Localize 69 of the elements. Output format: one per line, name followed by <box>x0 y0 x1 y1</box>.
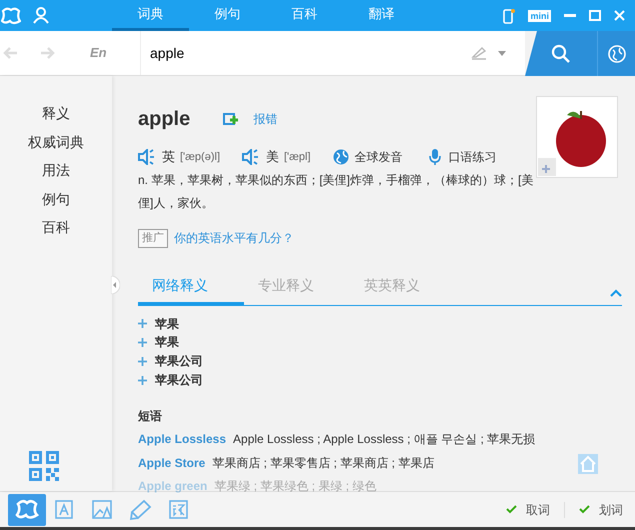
phonetic-text: ['æpl] <box>284 150 311 165</box>
mini-mode-button[interactable]: mini <box>528 10 551 22</box>
close-icon[interactable] <box>614 10 625 21</box>
search-icon <box>551 44 571 64</box>
checkmark-icon <box>506 505 517 514</box>
section-heading: 短语 <box>138 408 163 425</box>
logo-icon[interactable] <box>1 6 21 24</box>
globe-button[interactable] <box>597 31 635 76</box>
logo-icon <box>15 498 39 522</box>
phone-icon[interactable] <box>503 8 516 24</box>
add-image-icon[interactable] <box>538 158 556 176</box>
top-tab[interactable]: 翻译 <box>343 0 420 31</box>
globe-icon <box>608 44 626 62</box>
phrase-meaning: 苹果商店 ; 苹果零售店 ; 苹果商店 ; 苹果店 <box>212 454 434 472</box>
microphone-icon[interactable] <box>426 149 444 165</box>
pronunciation-link[interactable]: 全球发音 <box>354 148 403 166</box>
expand-plus-icon[interactable] <box>138 356 147 366</box>
promo-tag: 推广 <box>138 229 168 248</box>
accent-label: 英 <box>162 148 175 166</box>
meaning-text: 苹果公司 <box>155 353 203 370</box>
sidebar-item[interactable]: 释义 <box>0 99 112 128</box>
collapse-caret-icon[interactable] <box>610 288 622 296</box>
meaning-tab[interactable]: 英英释义 <box>350 274 456 304</box>
translate-icon <box>167 498 191 522</box>
toggle-button[interactable]: 取词 <box>500 500 556 520</box>
phrase-link[interactable]: Apple Lossless <box>138 430 226 448</box>
promo-link[interactable]: 你的英语水平有几分？ <box>174 229 294 248</box>
meaning-text: 苹果 <box>155 334 179 352</box>
language-selector[interactable]: En <box>90 43 140 63</box>
toggle-button[interactable]: 划词 <box>573 500 629 520</box>
meaning-tab[interactable]: 专业释义 <box>244 274 350 304</box>
meaning-text: 苹果公司 <box>155 372 203 389</box>
report-error-link[interactable]: 报错 <box>253 110 278 128</box>
qr-code-icon[interactable] <box>29 451 59 481</box>
pen-icon <box>129 498 153 522</box>
expand-plus-icon[interactable] <box>138 338 147 348</box>
speaker-icon[interactable] <box>138 149 155 165</box>
globe-icon[interactable] <box>332 149 350 165</box>
dropdown-caret-icon[interactable] <box>498 50 506 56</box>
image-icon <box>91 498 115 522</box>
accent-label: 美 <box>266 148 279 166</box>
search-field[interactable]: apple <box>140 31 460 76</box>
headword: apple <box>138 107 190 132</box>
collapse-handle-icon[interactable] <box>111 276 120 294</box>
pronunciation-link[interactable]: 口语练习 <box>448 148 497 166</box>
phrase-meaning: Apple Lossless ; Apple Lossless ; 애플 무손실 ; 苹果无损 <box>233 431 536 448</box>
meaning-tab[interactable]: 网络释义 <box>138 274 244 304</box>
sidebar-item[interactable]: 例句 <box>0 184 112 213</box>
checkmark-icon <box>579 505 590 514</box>
user-icon[interactable] <box>33 7 49 24</box>
expand-plus-icon[interactable] <box>138 319 147 328</box>
meaning-text: 苹果 <box>155 316 179 332</box>
maximize-icon[interactable] <box>589 10 601 21</box>
sidebar-item[interactable]: 用法 <box>0 156 112 184</box>
expand-plus-icon[interactable] <box>138 376 147 385</box>
top-tab[interactable]: 例句 <box>189 0 266 31</box>
top-tab[interactable]: 百科 <box>266 0 343 31</box>
phrase-meaning: 苹果绿 ; 苹果绿色 ; 果绿 ; 绿色 <box>214 478 376 496</box>
definition-text: n. 苹果，苹果树，苹果似的东西；[美俚]炸弹，手榴弹，（棒球的）球；[美俚]人，家伙。 <box>138 172 534 212</box>
speaker-icon[interactable] <box>242 149 259 165</box>
phrase-link[interactable]: Apple Store <box>138 454 206 472</box>
home-icon[interactable] <box>578 454 598 474</box>
sidebar-item[interactable]: 百科 <box>0 213 112 242</box>
toolbar-button[interactable] <box>8 494 46 526</box>
add-to-wordbook-icon[interactable] <box>223 112 240 126</box>
sidebar-item[interactable]: 权威词典 <box>0 128 112 156</box>
phonetic-text: ['æp(ə)l] <box>180 150 220 165</box>
handwriting-icon[interactable] <box>470 45 488 61</box>
search-button[interactable] <box>525 31 597 76</box>
